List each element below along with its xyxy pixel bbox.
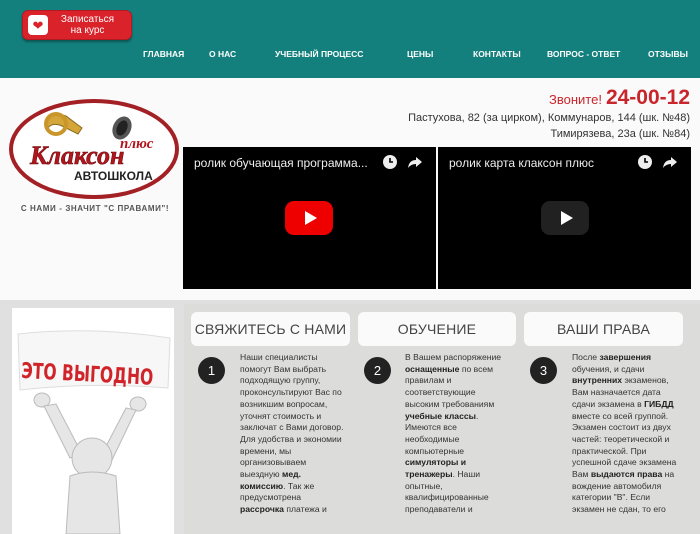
logo-brand: Клаксон — [29, 141, 125, 170]
nav-item-faq[interactable]: ВОПРОС - ОТВЕТ — [547, 49, 620, 59]
heart-icon: ❤ — [28, 15, 48, 35]
signup-button[interactable]: ❤ Записаться на курс — [22, 10, 132, 40]
signup-label: Записаться на курс — [48, 14, 131, 36]
address-line-1: Пастухова, 82 (за цирком), Коммунаров, 1… — [408, 112, 690, 124]
phone-number[interactable]: 24-00-12 — [606, 86, 690, 109]
step-number-3: 3 — [530, 357, 557, 384]
video-player-2[interactable]: ролик карта клаксон плюс — [438, 147, 691, 289]
video-player-1[interactable]: ролик обучающая программа... — [183, 147, 436, 289]
step-text-2: В Вашем распоряжение оснащенные по всем … — [405, 352, 509, 516]
nav-item-prices[interactable]: ЦЕНЫ — [407, 49, 433, 59]
nav-item-contacts[interactable]: КОНТАКТЫ — [473, 49, 521, 59]
play-icon — [304, 211, 317, 225]
signup-label-line2: на курс — [70, 25, 105, 36]
step1-text-part: Наши специалисты помогут Вам выбрать под… — [240, 352, 344, 480]
step2-bold-classes: учебные классы — [405, 410, 476, 421]
step3-bold-gibdd: ГИБДД — [644, 398, 674, 409]
step3-bold-license: выдаются права — [590, 469, 663, 480]
step1-bold-installment: рассрочка — [240, 504, 284, 515]
call-label: Звоните! — [549, 92, 602, 107]
play-button[interactable] — [541, 201, 589, 235]
nav-item-about[interactable]: О НАС — [209, 49, 236, 59]
watch-later-icon[interactable] — [382, 154, 398, 170]
main-nav: ГЛАВНАЯ О НАС УЧЕБНЫЙ ПРОЦЕСС ЦЕНЫ КОНТА… — [0, 49, 700, 63]
signup-label-line1: Записаться — [60, 14, 115, 25]
call-line: Звоните! 24-00-12 — [549, 86, 690, 110]
play-icon — [560, 211, 573, 225]
logo-school: АВТОШКОЛА — [74, 169, 153, 183]
slogan: С НАМИ - ЗНАЧИТ "С ПРАВАМИ"! — [20, 204, 170, 213]
watch-later-icon[interactable] — [637, 154, 653, 170]
tab-training[interactable]: ОБУЧЕНИЕ — [358, 312, 516, 346]
step-number-1: 1 — [198, 357, 225, 384]
video-title[interactable]: ролик обучающая программа... — [194, 156, 368, 170]
share-icon[interactable] — [407, 154, 423, 170]
step-text-1: Наши специалисты помогут Вам выбрать под… — [240, 352, 346, 516]
video-title[interactable]: ролик карта клаксон плюс — [449, 156, 594, 170]
play-button[interactable] — [285, 201, 333, 235]
step2-bold-equipped: оснащенные — [405, 363, 460, 374]
share-icon[interactable] — [662, 154, 678, 170]
step-number-2: 2 — [364, 357, 391, 384]
logo-suffix: плюс — [120, 136, 154, 152]
tab-your-license[interactable]: ВАШИ ПРАВА — [524, 312, 683, 346]
nav-item-home[interactable]: ГЛАВНАЯ — [143, 49, 184, 59]
logo[interactable]: Клаксон плюс АВТОШКОЛА — [8, 98, 180, 200]
step3-bold-completion: завершения — [599, 352, 652, 362]
step3-text-part: обучения, и сдачи — [572, 363, 645, 374]
step3-text-part: После — [572, 352, 598, 362]
step-text-3: После завершения обучения, и сдачи внутр… — [572, 352, 678, 516]
step1-text-part: платежа и — [286, 504, 327, 515]
tab-contact-us[interactable]: СВЯЖИТЕСЬ С НАМИ — [191, 312, 350, 346]
step3-bold-internal: внутренних — [572, 375, 623, 386]
nav-item-reviews[interactable]: ОТЗЫВЫ — [648, 49, 688, 59]
nav-item-study[interactable]: УЧЕБНЫЙ ПРОЦЕСС — [275, 49, 363, 59]
address-line-2: Тимирязева, 23а (шк. №84) — [550, 128, 690, 140]
promo-banner[interactable]: ЭТО ВЫГОДНО — [12, 308, 174, 534]
step2-text-part: В Вашем распоряжение — [405, 352, 502, 362]
